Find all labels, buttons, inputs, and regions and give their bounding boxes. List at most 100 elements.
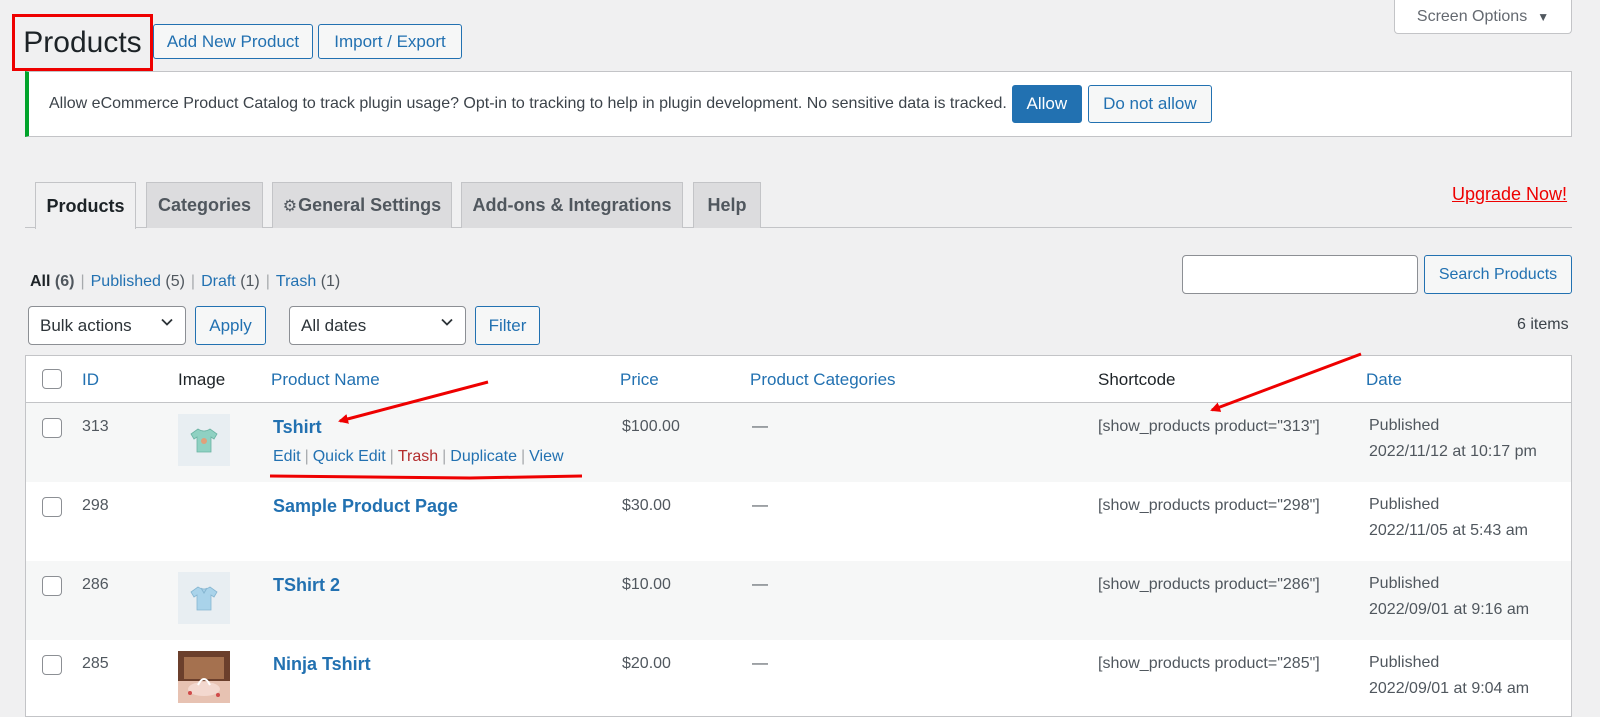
column-shortcode: Shortcode [1098, 370, 1176, 389]
allow-button[interactable]: Allow [1011, 85, 1082, 123]
view-trash-count: (1) [320, 273, 341, 290]
product-categories: — [752, 418, 768, 435]
product-shortcode: [show_products product="286"] [1098, 576, 1320, 593]
view-published[interactable]: Published (5) [91, 273, 185, 290]
screen-options-button[interactable]: Screen Options ▼ [1394, 0, 1572, 34]
dates-select[interactable]: All dates [289, 306, 466, 345]
row-checkbox[interactable] [42, 497, 62, 517]
search-products-button[interactable]: Search Products [1424, 255, 1572, 294]
column-image: Image [178, 370, 226, 389]
product-thumbnail[interactable] [178, 651, 230, 703]
table-row: 285 Ninja Tshirt $20.00 — [show_products… [26, 640, 1571, 716]
table-header: ID Image Product Name Price Product Cate… [26, 356, 1571, 403]
edit-link[interactable]: Edit [273, 448, 301, 465]
tab-general-settings[interactable]: ⚙ General Settings [272, 182, 452, 228]
add-new-product-button[interactable]: Add New Product [153, 24, 313, 59]
view-draft[interactable]: Draft (1) [201, 273, 260, 290]
date-value: 2022/09/01 at 9:16 am [1369, 601, 1530, 618]
tab-addons-integrations[interactable]: Add-ons & Integrations [461, 182, 683, 228]
column-product-categories[interactable]: Product Categories [750, 370, 896, 390]
row-checkbox[interactable] [42, 418, 62, 438]
column-date[interactable]: Date [1366, 370, 1402, 390]
table-row: 298 Sample Product Page $30.00 — [show_p… [26, 482, 1571, 561]
duplicate-link[interactable]: Duplicate [450, 448, 517, 465]
product-name-link[interactable]: Ninja Tshirt [273, 654, 371, 675]
product-categories: — [752, 497, 768, 514]
column-product-name[interactable]: Product Name [271, 370, 380, 390]
caret-down-icon: ▼ [1537, 9, 1550, 24]
view-all[interactable]: All (6) [30, 273, 74, 290]
separator: | [389, 448, 394, 465]
row-checkbox[interactable] [42, 655, 62, 675]
tab-products[interactable]: Products [35, 182, 136, 229]
view-all-label: All [30, 273, 51, 290]
column-price[interactable]: Price [620, 370, 659, 390]
view-draft-label: Draft [201, 273, 236, 290]
product-id: 286 [82, 576, 109, 593]
product-id: 313 [82, 418, 109, 435]
table-row: 286 TShirt 2 $10.00 — [show_products pro… [26, 561, 1571, 640]
separator: | [304, 448, 309, 465]
separator: | [442, 448, 447, 465]
product-date: Published 2022/11/05 at 5:43 am [1369, 492, 1528, 544]
apply-button[interactable]: Apply [195, 306, 266, 345]
upgrade-now-link[interactable]: Upgrade Now! [1452, 184, 1567, 205]
product-name-link[interactable]: TShirt 2 [273, 575, 340, 596]
products-table: ID Image Product Name Price Product Cate… [25, 355, 1572, 717]
dates-value: All dates [301, 315, 367, 335]
product-price: $100.00 [622, 418, 680, 435]
date-status: Published [1369, 654, 1440, 671]
product-thumbnail[interactable] [178, 414, 230, 466]
page-title: Products [23, 25, 142, 59]
table-row: 313 Tshirt Edit | Quick Edit | Trash | Duplica… [26, 403, 1571, 482]
column-id[interactable]: ID [82, 370, 99, 390]
tab-general-settings-label: General Settings [298, 195, 442, 215]
product-date: Published 2022/09/01 at 9:04 am [1369, 650, 1529, 702]
separator: | [520, 448, 526, 465]
chevron-down-icon [441, 318, 453, 326]
product-categories: — [752, 655, 768, 672]
import-export-button[interactable]: Import / Export [318, 24, 462, 59]
row-checkbox[interactable] [42, 576, 62, 596]
product-thumbnail[interactable] [178, 572, 230, 624]
product-name-link[interactable]: Sample Product Page [273, 496, 458, 517]
separator: | [265, 273, 270, 290]
view-all-count: (6) [54, 273, 75, 290]
screen-options-label: Screen Options [1416, 7, 1528, 25]
separator: | [190, 273, 196, 290]
date-value: 2022/09/01 at 9:04 am [1369, 680, 1530, 697]
tab-help[interactable]: Help [693, 182, 761, 228]
product-shortcode: [show_products product="285"] [1098, 655, 1320, 672]
select-all-checkbox[interactable] [42, 369, 62, 389]
product-price: $10.00 [622, 576, 671, 593]
date-value: 2022/11/12 at 10:17 pm [1369, 443, 1537, 460]
product-date: Published 2022/11/12 at 10:17 pm [1369, 413, 1537, 465]
gear-icon: ⚙ [282, 197, 298, 215]
filter-button[interactable]: Filter [475, 306, 540, 345]
product-name-link[interactable]: Tshirt [273, 417, 322, 438]
bulk-actions-value: Bulk actions [40, 315, 132, 335]
do-not-allow-button[interactable]: Do not allow [1087, 85, 1212, 123]
product-id: 298 [82, 497, 109, 514]
bulk-actions-select[interactable]: Bulk actions [28, 306, 186, 345]
notice-text: Allow eCommerce Product Catalog to track… [49, 95, 1007, 112]
product-price: $20.00 [622, 655, 671, 672]
row-actions: Edit | Quick Edit | Trash | Duplicate | View [273, 448, 564, 466]
status-views: All (6) | Published (5) | Draft (1) | Trash (1… [30, 273, 340, 291]
product-shortcode: [show_products product="313"] [1098, 418, 1320, 435]
tshirt-image [190, 586, 218, 611]
page-title-highlight: Products [12, 14, 153, 71]
trash-link[interactable]: Trash [398, 448, 438, 465]
view-link[interactable]: View [529, 448, 563, 465]
date-value: 2022/11/05 at 5:43 am [1369, 522, 1528, 539]
search-input[interactable] [1182, 255, 1418, 294]
view-trash[interactable]: Trash (1) [276, 273, 340, 290]
separator: | [80, 273, 85, 290]
product-categories: — [752, 576, 768, 593]
quick-edit-link[interactable]: Quick Edit [313, 448, 386, 465]
view-published-count: (5) [165, 273, 185, 290]
date-status: Published [1369, 496, 1440, 513]
tab-categories[interactable]: Categories [146, 182, 263, 228]
date-status: Published [1369, 417, 1440, 434]
photo-image [178, 651, 230, 703]
